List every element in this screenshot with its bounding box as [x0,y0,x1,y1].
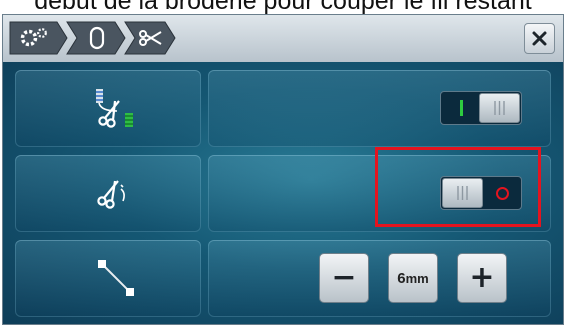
row-3-label-cell [15,240,201,317]
close-icon [532,31,547,46]
thread-cut-toggle[interactable] [440,91,522,125]
row-3-control-cell: − 6 mm + [208,240,551,317]
close-button[interactable] [524,23,555,54]
value-unit: mm [405,270,429,286]
row-1-label-cell [15,70,201,147]
breadcrumb-item-scissors[interactable] [124,21,176,55]
toggle-knob [479,93,520,123]
row-2-label-cell [15,155,201,232]
breadcrumb [9,21,176,55]
jump-stitch-cut-icon [97,180,125,209]
jump-stitch-length-icon [98,260,134,296]
decrease-button[interactable]: − [319,253,369,303]
header-bar [3,15,563,63]
highlight-box [375,147,541,227]
toggle-on-mark [459,100,463,116]
toggle-on-indicator [447,95,475,121]
minus-icon: − [331,260,357,295]
caption-text: début de la broderie pour couper le fil … [34,0,532,15]
breadcrumb-item-bobbin[interactable] [66,21,126,55]
plus-icon: + [469,260,495,295]
value-number: 6 [397,269,406,287]
row-1-control-cell [208,70,551,147]
breadcrumb-item-settings[interactable] [9,21,68,55]
thread-cut-icon [96,89,133,128]
jump-stitch-length-value: 6 mm [388,253,438,303]
increase-button[interactable]: + [457,253,507,303]
grip-lines-icon [494,101,505,115]
